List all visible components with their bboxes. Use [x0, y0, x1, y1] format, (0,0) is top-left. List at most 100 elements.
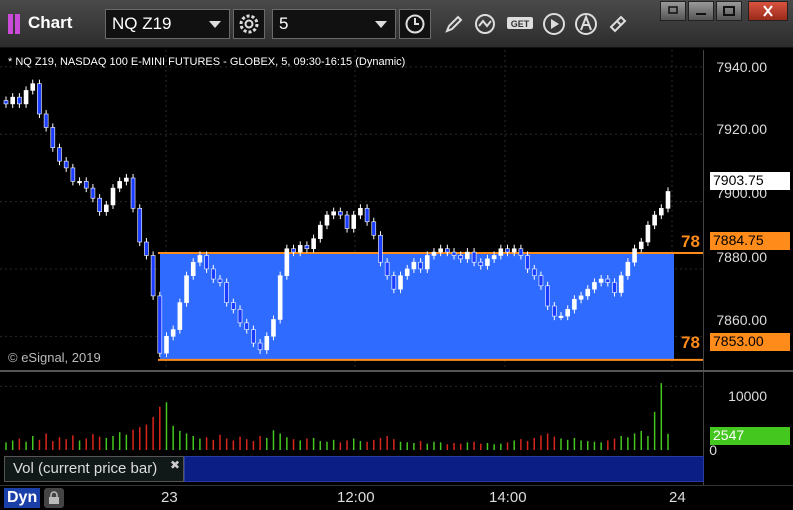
- candle: [217, 278, 223, 283]
- candle: [144, 241, 149, 256]
- candle: [197, 255, 203, 263]
- candle: [625, 261, 631, 276]
- candle: [17, 96, 22, 105]
- chart-app-icon: [8, 14, 22, 34]
- candle: [130, 177, 136, 209]
- candle: [431, 251, 437, 256]
- candle: [304, 245, 310, 250]
- close-button[interactable]: [748, 1, 788, 21]
- candle: [90, 187, 96, 199]
- upper-level-price-tag: 7884.75: [710, 232, 790, 250]
- replay-button[interactable]: [538, 9, 570, 39]
- price-chart-area[interactable]: [0, 50, 703, 370]
- pencil-icon: [445, 15, 463, 33]
- candle: [578, 295, 584, 300]
- lower-level-label: 78: [681, 333, 700, 352]
- gear-icon: [239, 14, 259, 34]
- time-template-button[interactable]: [399, 9, 431, 39]
- study-label[interactable]: Vol (current price bar): [4, 456, 184, 482]
- clock-icon: [405, 14, 425, 34]
- candle: [231, 302, 236, 310]
- candle: [552, 305, 557, 317]
- chevron-down-icon[interactable]: [209, 21, 221, 28]
- candle: [264, 336, 270, 351]
- candle: [210, 268, 216, 280]
- minimize-icon: [696, 13, 706, 15]
- candle: [30, 83, 36, 91]
- candle: [190, 261, 196, 276]
- symbol-description: * NQ Z19, NASDAQ 100 E-MINI FUTURES - GL…: [8, 56, 406, 68]
- candle: [538, 275, 544, 287]
- maximize-button[interactable]: [716, 1, 742, 21]
- candle: [391, 275, 397, 290]
- study-parameter-bar[interactable]: [184, 456, 704, 482]
- candle: [344, 214, 350, 229]
- candle: [652, 214, 657, 226]
- interval-combo[interactable]: 5: [272, 9, 396, 39]
- candle: [665, 191, 671, 209]
- symbol-combo[interactable]: NQ Z19: [105, 9, 230, 39]
- candle: [137, 208, 143, 243]
- candle: [170, 329, 176, 337]
- candle: [592, 282, 597, 290]
- candle: [277, 275, 283, 320]
- candle: [485, 258, 490, 266]
- candle: [531, 268, 537, 276]
- candle: [63, 160, 69, 169]
- volume-axis[interactable]: 10000 0 2547: [703, 372, 793, 485]
- candle: [297, 245, 303, 253]
- candle: [177, 302, 183, 330]
- get-data-button[interactable]: GET: [504, 9, 536, 39]
- x-tick-label: 24: [669, 489, 686, 506]
- chevron-down-icon[interactable]: [375, 21, 387, 28]
- y-tick-label: 7880.00: [716, 249, 767, 265]
- close-study-icon[interactable]: ✖: [170, 458, 180, 472]
- studies-button[interactable]: [470, 9, 502, 39]
- candle: [518, 248, 524, 256]
- interval-value: 5: [279, 14, 289, 33]
- range-box: [160, 252, 674, 360]
- price-axis[interactable]: 7940.00 7920.00 7900.00 7880.00 7860.00 …: [703, 50, 793, 370]
- candle: [338, 211, 343, 216]
- candle: [164, 336, 169, 354]
- dynamic-mode-badge[interactable]: Dyn: [4, 488, 41, 508]
- candle: [284, 248, 290, 276]
- candle: [244, 322, 250, 330]
- candle: [184, 275, 189, 303]
- upper-level-label: 78: [681, 232, 700, 251]
- link-icon: [609, 15, 627, 33]
- lock-icon[interactable]: [44, 488, 64, 508]
- candle: [83, 181, 89, 189]
- candle: [23, 90, 29, 105]
- candle: [659, 208, 664, 216]
- candle: [110, 187, 116, 206]
- copyright-text: © eSignal, 2019: [8, 350, 101, 365]
- candle: [358, 208, 363, 216]
- candle: [97, 197, 102, 212]
- candle: [545, 285, 550, 307]
- x-tick-label: 14:00: [489, 489, 527, 506]
- candle: [498, 248, 504, 256]
- candle: [478, 261, 484, 266]
- symbol-value: NQ Z19: [112, 14, 172, 33]
- candle: [451, 251, 457, 256]
- candle: [638, 241, 644, 250]
- lower-level-price-tag: 7853.00: [710, 333, 790, 351]
- alerts-button[interactable]: [570, 9, 602, 39]
- candle: [224, 282, 229, 303]
- candle: [525, 255, 530, 270]
- candle: [438, 248, 443, 253]
- candle: [251, 329, 256, 344]
- candle: [404, 268, 410, 276]
- minimize-button[interactable]: [688, 1, 714, 21]
- draw-tool-button[interactable]: [438, 9, 470, 39]
- link-button[interactable]: [602, 9, 634, 39]
- price-chart[interactable]: [0, 50, 703, 370]
- settings-button[interactable]: [233, 9, 265, 39]
- play-icon: [543, 13, 565, 35]
- time-axis[interactable]: Dyn 23 12:00 14:00 24: [0, 485, 793, 510]
- pin-window-button[interactable]: [660, 1, 686, 21]
- candle: [565, 309, 570, 317]
- maximize-icon: [723, 6, 735, 16]
- y-tick-label: 7920.00: [716, 121, 767, 137]
